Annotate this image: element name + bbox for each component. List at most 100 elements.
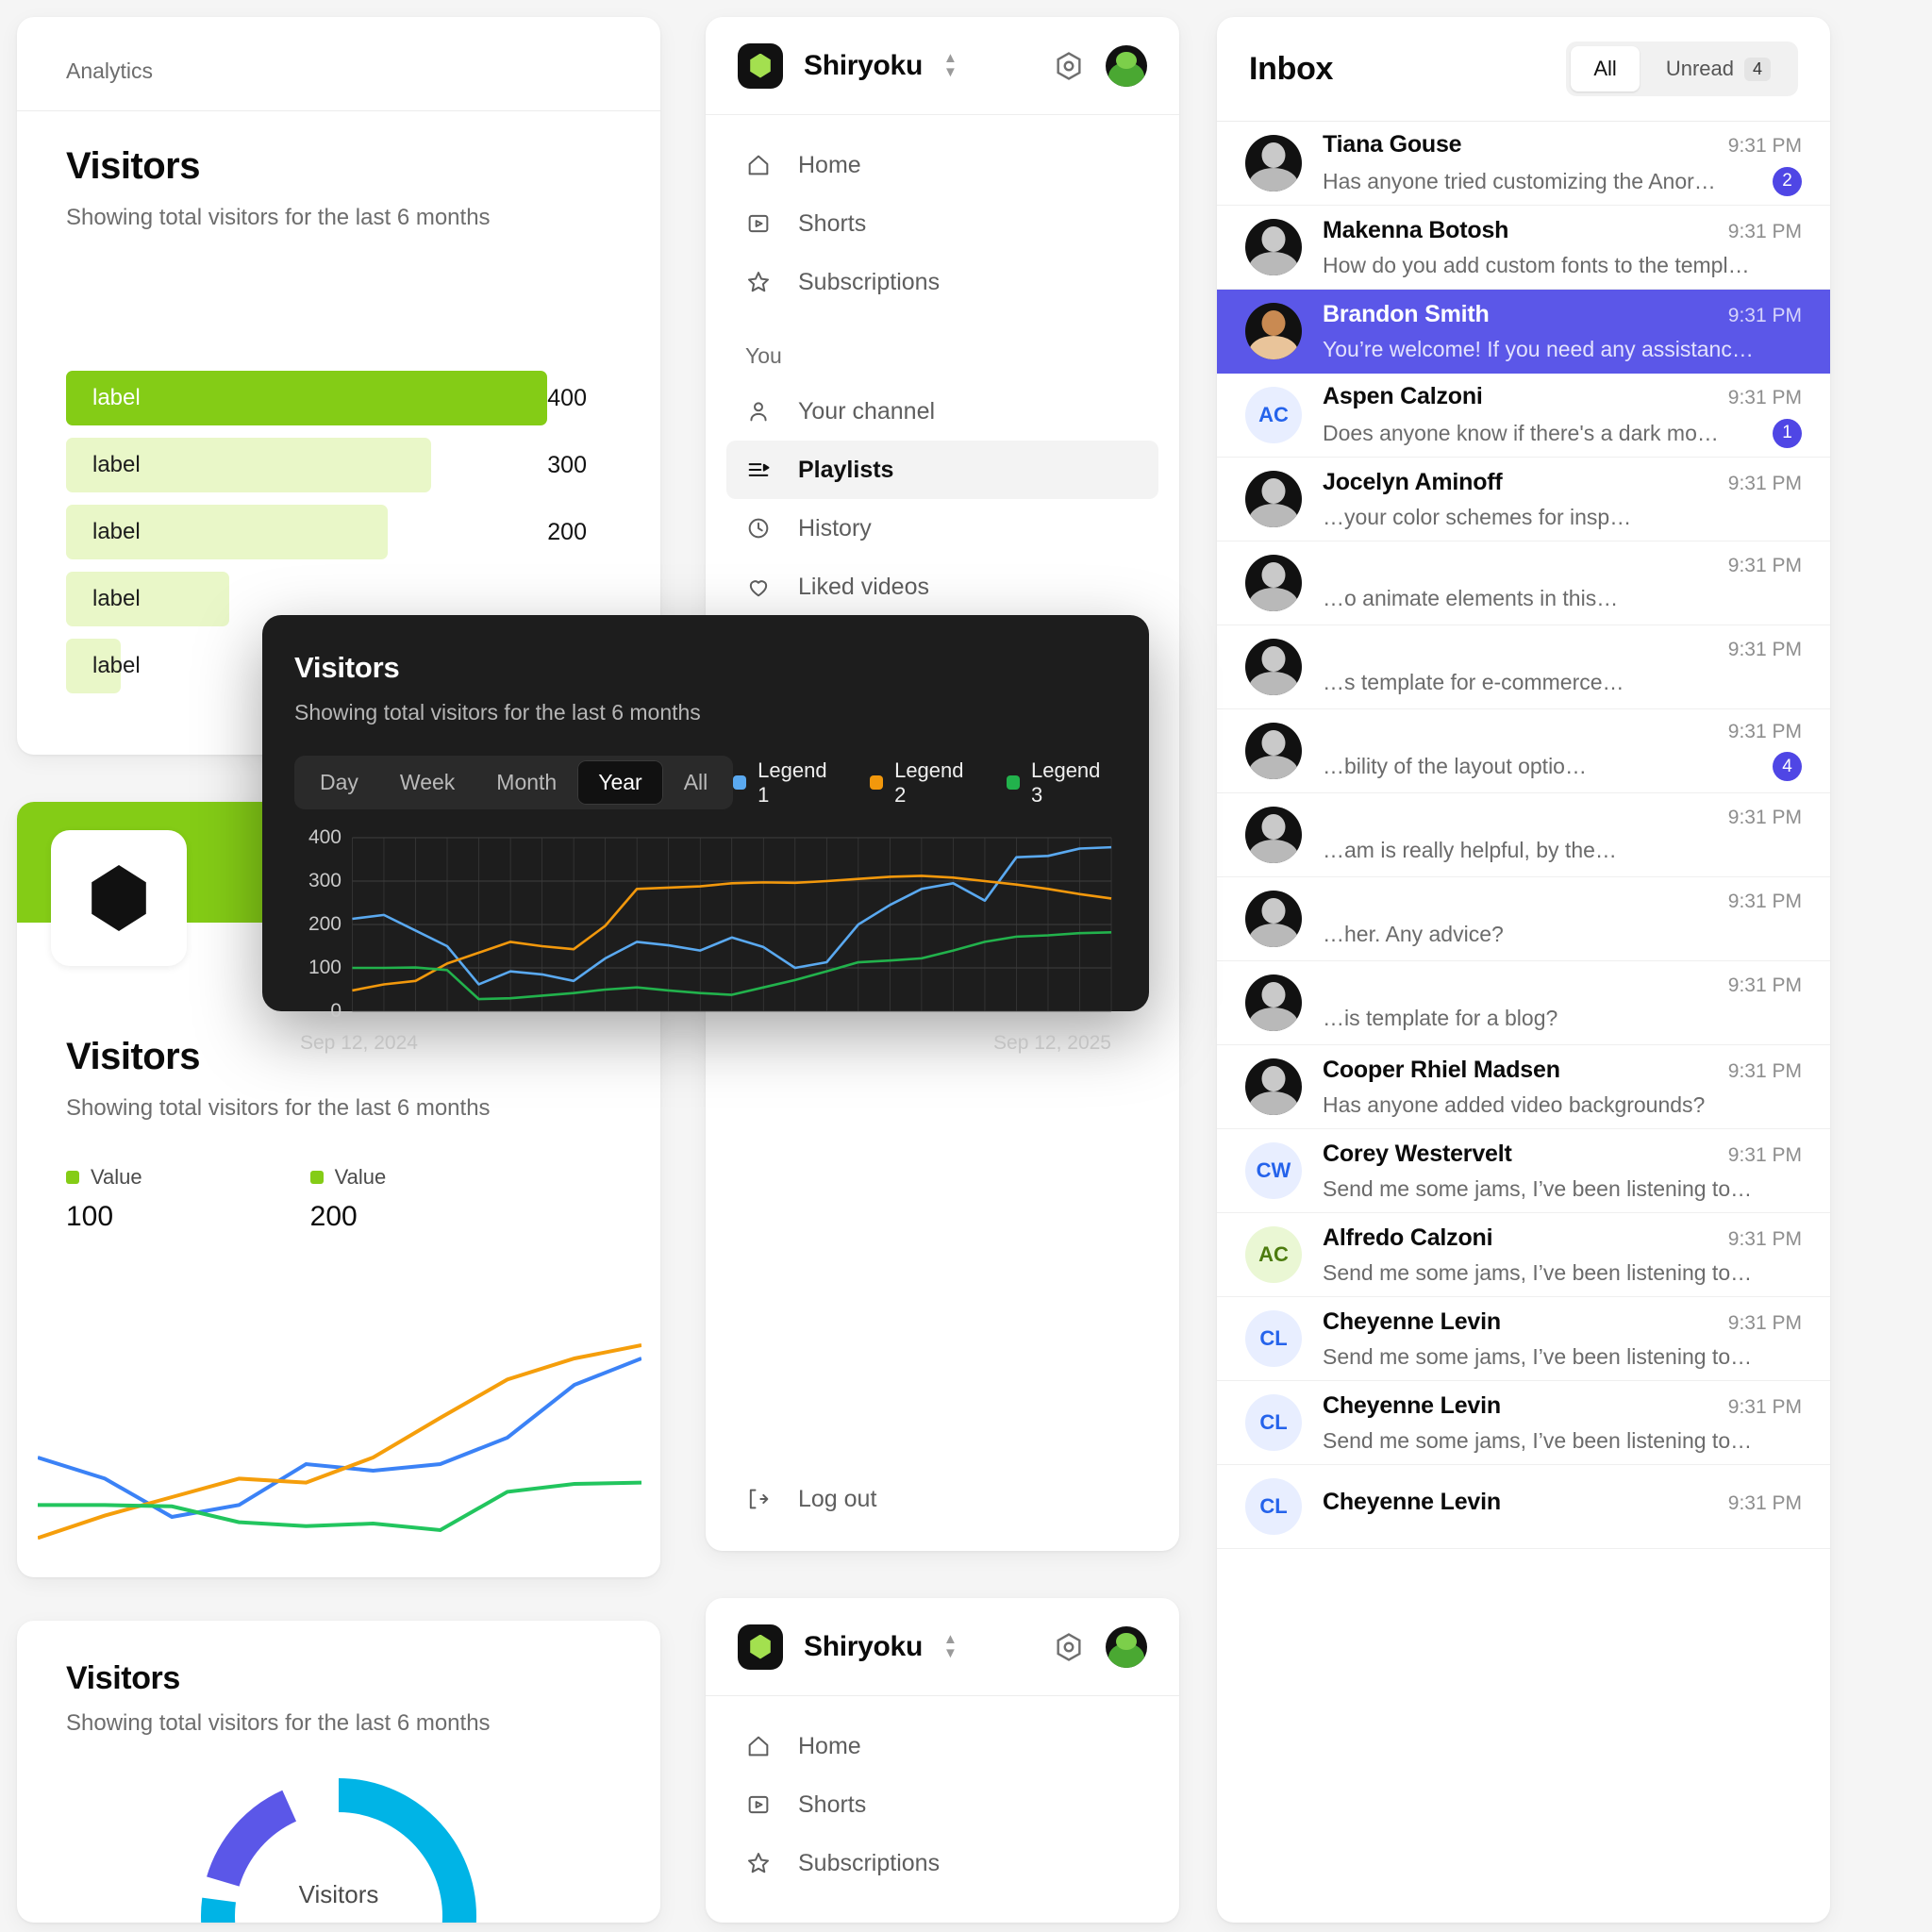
sidebar-item-shorts[interactable]: Shorts (726, 194, 1158, 253)
range-all[interactable]: All (663, 760, 729, 805)
inbox-row[interactable]: Makenna Botosh 9:31 PM How do you add cust… (1217, 206, 1830, 290)
sidebar-item-log-out[interactable]: Log out (726, 1470, 1158, 1528)
sidebar-item-history[interactable]: History (726, 499, 1158, 558)
inbox-row[interactable]: 9:31 PM …am is really helpful, by the… (1217, 793, 1830, 877)
inbox-row-content: Jocelyn Aminoff 9:31 PM …your color scheme… (1323, 469, 1802, 530)
inbox-row-content: 9:31 PM …am is really helpful, by the… (1323, 807, 1802, 863)
avatar[interactable] (1106, 44, 1147, 87)
inbox-row-content: Cheyenne Levin 9:31 PM (1323, 1489, 1802, 1524)
sidebar-item-home[interactable]: Home (726, 1717, 1158, 1775)
avatar[interactable] (1106, 1625, 1147, 1668)
inbox-row[interactable]: Brandon Smith 9:31 PM You’re welcome! If y… (1217, 290, 1830, 374)
timestamp: 9:31 PM (1727, 1227, 1802, 1250)
inbox-row-content: 9:31 PM …bility of the layout optio… 4 (1323, 721, 1802, 781)
hero-subtitle: Showing total visitors for the last 6 mo… (66, 1095, 491, 1121)
sidebar-item-your-channel[interactable]: Your channel (726, 382, 1158, 441)
inbox-row[interactable]: Jocelyn Aminoff 9:31 PM …your color scheme… (1217, 458, 1830, 541)
chart-start-date: Sep 12, 2024 (300, 1032, 418, 1054)
inbox-row[interactable]: 9:31 PM …s template for e-commerce… (1217, 625, 1830, 709)
inbox-row[interactable]: CL Cheyenne Levin 9:31 PM Send me some jams… (1217, 1381, 1830, 1465)
logout-icon (749, 1489, 769, 1509)
legend-item[interactable]: Legend 2 (870, 758, 974, 808)
unread-badge: 2 (1773, 166, 1802, 196)
avatar (1245, 555, 1302, 611)
sidebar-item-home[interactable]: Home (726, 136, 1158, 194)
inbox-row[interactable]: CL Cheyenne Levin 9:31 PM Send me some jams… (1217, 1297, 1830, 1381)
unread-badge: 4 (1773, 752, 1802, 781)
sidebar-item-label: Subscriptions (798, 268, 941, 295)
sender-name: Aspen Calzoni (1323, 382, 1483, 409)
playlist-icon (748, 463, 770, 476)
sender-name: Brandon Smith (1323, 300, 1490, 327)
sidebar-item-shorts[interactable]: Shorts (726, 1775, 1158, 1834)
app-logo-icon (738, 1624, 783, 1670)
y-axis-tick: 0 (330, 1000, 341, 1022)
sidebar-item-label: Log out (798, 1485, 877, 1512)
home-icon (748, 1736, 769, 1757)
star-icon (747, 1853, 770, 1874)
message-preview: …bility of the layout optio… (1323, 754, 1587, 778)
range-year[interactable]: Year (577, 760, 663, 805)
sidebar-item-playlists[interactable]: Playlists (726, 441, 1158, 499)
legend-item[interactable]: Legend 1 (733, 758, 838, 808)
sender-name: Cooper Rhiel Madsen (1323, 1056, 1560, 1083)
inbox-row[interactable]: 9:31 PM …her. Any advice? (1217, 877, 1830, 961)
inbox-row[interactable]: CL Cheyenne Levin 9:31 PM (1217, 1465, 1830, 1549)
kpi: Value 200 (309, 1165, 386, 1233)
avatar: CW (1245, 1142, 1302, 1199)
sidebar-header-secondary[interactable]: Shiryoku ▲ ▼ (706, 1598, 1179, 1696)
legend-swatch-icon (66, 1171, 79, 1184)
sidebar-actions (1053, 1625, 1147, 1668)
inbox-header: Inbox All Unread 4 (1217, 17, 1830, 121)
sidebar-item-subscriptions[interactable]: Subscriptions (726, 253, 1158, 311)
tab-all[interactable]: All (1571, 46, 1640, 92)
message-preview: …am is really helpful, by the… (1323, 838, 1617, 862)
inbox-row[interactable]: Cooper Rhiel Madsen 9:31 PM Has anyone add… (1217, 1045, 1830, 1129)
inbox-row[interactable]: AC Aspen Calzoni 9:31 PM Does anyone know i… (1217, 374, 1830, 458)
timestamp: 9:31 PM (1727, 1059, 1802, 1082)
avatar (1245, 1058, 1302, 1115)
avatar (1245, 807, 1302, 863)
inbox-row[interactable]: 9:31 PM …is template for a blog? (1217, 961, 1830, 1045)
tab-unread[interactable]: Unread 4 (1643, 46, 1793, 92)
sidebar-header[interactable]: Shiryoku ▲ ▼ (706, 17, 1179, 115)
message-preview: Send me some jams, I’ve been listening t… (1323, 1259, 1753, 1285)
avatar (1245, 135, 1302, 192)
unread-badge: 1 (1773, 418, 1802, 448)
sender-name: Corey Westervelt (1323, 1140, 1512, 1167)
timestamp: 9:31 PM (1727, 891, 1802, 912)
chart-legend: Legend 1 Legend 2 Legend 3 (733, 758, 1117, 808)
sidebar-item-subscriptions[interactable]: Subscriptions (726, 1834, 1158, 1892)
gear-icon[interactable] (1053, 50, 1085, 82)
inbox-row-content: Cheyenne Levin 9:31 PM Send me some jams, … (1323, 1308, 1802, 1370)
inbox-row[interactable]: 9:31 PM …bility of the layout optio… 4 (1217, 709, 1830, 793)
chevron-updown-icon[interactable]: ▲ ▼ (943, 51, 958, 79)
sidebar-item-label: Shorts (798, 1790, 867, 1818)
hexagon-icon (92, 865, 146, 931)
person-icon (750, 402, 767, 422)
inbox-row-content: Brandon Smith 9:31 PM You’re welcome! If y… (1323, 301, 1802, 362)
sidebar-item-liked-videos[interactable]: Liked videos (726, 558, 1158, 616)
legend-swatch-icon (309, 1171, 324, 1184)
range-month[interactable]: Month (475, 760, 577, 805)
avatar: CL (1245, 1310, 1302, 1367)
range-week[interactable]: Week (379, 760, 475, 805)
inbox-row[interactable]: AC Alfredo Calzoni 9:31 PM Send me some jam… (1217, 1213, 1830, 1297)
inbox-row-content: Cooper Rhiel Madsen 9:31 PM Has anyone add… (1323, 1057, 1802, 1118)
range-day[interactable]: Day (299, 760, 379, 805)
sidebar-footer: Log out (726, 1470, 1158, 1528)
legend-label: Legend 2 (894, 758, 964, 807)
message-preview: …s template for e-commerce… (1323, 670, 1624, 694)
brand-logo (51, 830, 187, 966)
inbox-row[interactable]: Tiana Gouse 9:31 PM Has anyone tried custo… (1217, 122, 1830, 206)
heart-icon (749, 580, 768, 597)
series-line (38, 1345, 641, 1538)
inbox-row[interactable]: 9:31 PM …o animate elements in this… (1217, 541, 1830, 625)
chevron-updown-icon[interactable]: ▲ ▼ (943, 1632, 958, 1660)
inbox-panel: Inbox All Unread 4 Tiana Gouse 9:31 PM Has a… (1217, 17, 1830, 1923)
inbox-row[interactable]: CW Corey Westervelt 9:31 PM Send me some ja… (1217, 1129, 1830, 1213)
legend-item[interactable]: Legend 3 (1007, 758, 1111, 808)
gear-icon[interactable] (1053, 1631, 1085, 1663)
inbox-row-content: 9:31 PM …o animate elements in this… (1323, 555, 1802, 611)
inbox-row-content: Corey Westervelt 9:31 PM Send me some jams… (1323, 1141, 1802, 1202)
